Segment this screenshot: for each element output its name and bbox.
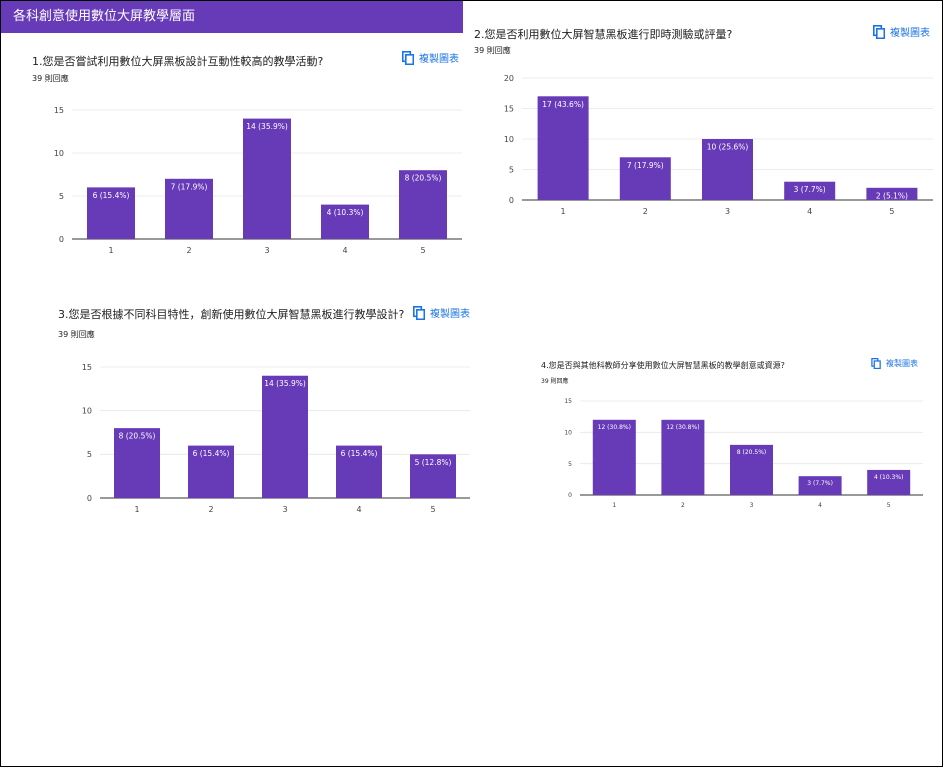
y-tick-label: 10 [564, 429, 572, 436]
bar[interactable] [661, 419, 705, 495]
bar[interactable] [592, 419, 636, 495]
bar-data-label: 12 (30.8%) [666, 424, 699, 431]
y-tick-label: 0 [568, 492, 572, 499]
bar-data-label: 12 (30.8%) [598, 424, 631, 431]
bar-data-label: 3 (7.7%) [807, 480, 833, 487]
bar-data-label: 4 (10.3%) [874, 474, 903, 481]
y-tick-label: 5 [568, 461, 572, 468]
y-tick-label: 15 [564, 398, 572, 405]
x-tick-label: 4 [818, 502, 822, 509]
x-tick-label: 2 [681, 502, 685, 509]
x-tick-label: 5 [887, 502, 891, 509]
bar-chart-4: 0 5 10 15 12 (30.8%) 1 12 (30.8%) 2 8 (20.5%) 3 3 … [564, 398, 923, 509]
bar-data-label: 8 (20.5%) [737, 449, 766, 456]
x-tick-label: 3 [750, 502, 754, 509]
x-tick-label: 1 [612, 502, 616, 509]
